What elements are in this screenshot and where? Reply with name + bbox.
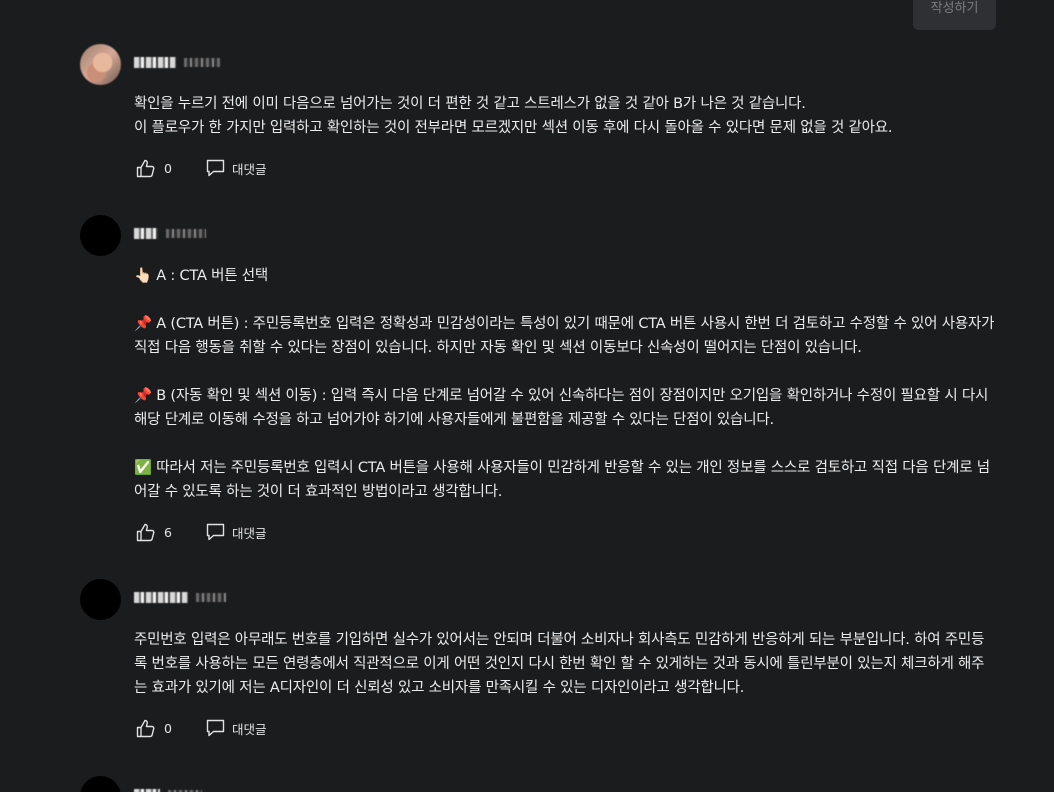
like-button[interactable]: 0	[136, 159, 172, 178]
comment-meta	[134, 55, 220, 69]
speech-bubble-icon	[206, 719, 225, 737]
comment-meta	[134, 226, 206, 240]
reply-button[interactable]: 대댓글	[206, 523, 267, 542]
avatar[interactable]	[80, 579, 121, 620]
blurred-timestamp	[184, 57, 220, 67]
comment-actions: 6 대댓글	[136, 522, 266, 542]
comment-actions: 0 대댓글	[136, 158, 266, 178]
like-button[interactable]: 6	[136, 523, 172, 542]
thumbs-up-icon	[136, 523, 156, 542]
reply-button[interactable]: 대댓글	[206, 719, 267, 738]
avatar[interactable]	[80, 776, 121, 792]
comment-meta	[134, 787, 202, 792]
comment-body: 확인을 누르기 전에 이미 다음으로 넘어가는 것이 더 편한 것 같고 스트레…	[134, 92, 996, 140]
submit-comment-button[interactable]: 작성하기	[913, 0, 996, 30]
comment-paragraph: 📌 B (자동 확인 및 섹션 이동) : 입력 즉시 다음 단계로 넘어갈 수…	[134, 388, 993, 428]
blurred-username	[134, 56, 176, 68]
comment-line: 확인을 누르기 전에 이미 다음으로 넘어가는 것이 더 편한 것 같고 스트레…	[134, 96, 806, 112]
comment-thread: 작성하기 확인을 누르기 전에 이미 다음으로 넘어가는 것이 더 편한 것 같…	[0, 0, 1054, 792]
avatar[interactable]	[80, 215, 121, 256]
comment-paragraph: ✅ 따라서 저는 주민등록번호 입력시 CTA 버튼을 사용해 사용자들이 민감…	[134, 460, 990, 500]
like-button[interactable]: 0	[136, 719, 172, 738]
comment-line: 이 플로우가 한 가지만 입력하고 확인하는 것이 전부라면 모르겠지만 섹션 …	[134, 120, 893, 136]
like-count: 0	[164, 160, 172, 176]
reply-label: 대댓글	[231, 525, 267, 541]
blurred-username	[134, 788, 160, 792]
comment-meta	[134, 590, 226, 604]
like-count: 6	[164, 524, 172, 540]
speech-bubble-icon	[206, 523, 225, 541]
reply-button[interactable]: 대댓글	[206, 159, 267, 178]
thumbs-up-icon	[136, 719, 156, 738]
comment-paragraph: 👆🏻 A : CTA 버튼 선택	[134, 268, 269, 284]
comment-paragraph: 📌 A (CTA 버튼) : 주민등록번호 입력은 정확성과 민감성이라는 특성…	[134, 316, 999, 356]
like-count: 0	[164, 720, 172, 736]
comment-actions: 0 대댓글	[136, 718, 266, 738]
blurred-timestamp	[166, 228, 206, 238]
avatar[interactable]	[80, 44, 121, 85]
blurred-username	[134, 227, 158, 239]
comment-line: 주민번호 입력은 아무래도 번호를 기입하면 실수가 있어서는 안되며 더불어 …	[134, 632, 985, 696]
reply-label: 대댓글	[231, 721, 267, 737]
comment-body: 주민번호 입력은 아무래도 번호를 기입하면 실수가 있어서는 안되며 더불어 …	[134, 628, 996, 700]
comment-body: 👆🏻 A : CTA 버튼 선택 📌 A (CTA 버튼) : 주민등록번호 입…	[134, 264, 996, 504]
thumbs-up-icon	[136, 159, 156, 178]
reply-label: 대댓글	[231, 161, 267, 177]
speech-bubble-icon	[206, 159, 225, 177]
blurred-username	[134, 591, 188, 603]
blurred-timestamp	[196, 592, 226, 602]
